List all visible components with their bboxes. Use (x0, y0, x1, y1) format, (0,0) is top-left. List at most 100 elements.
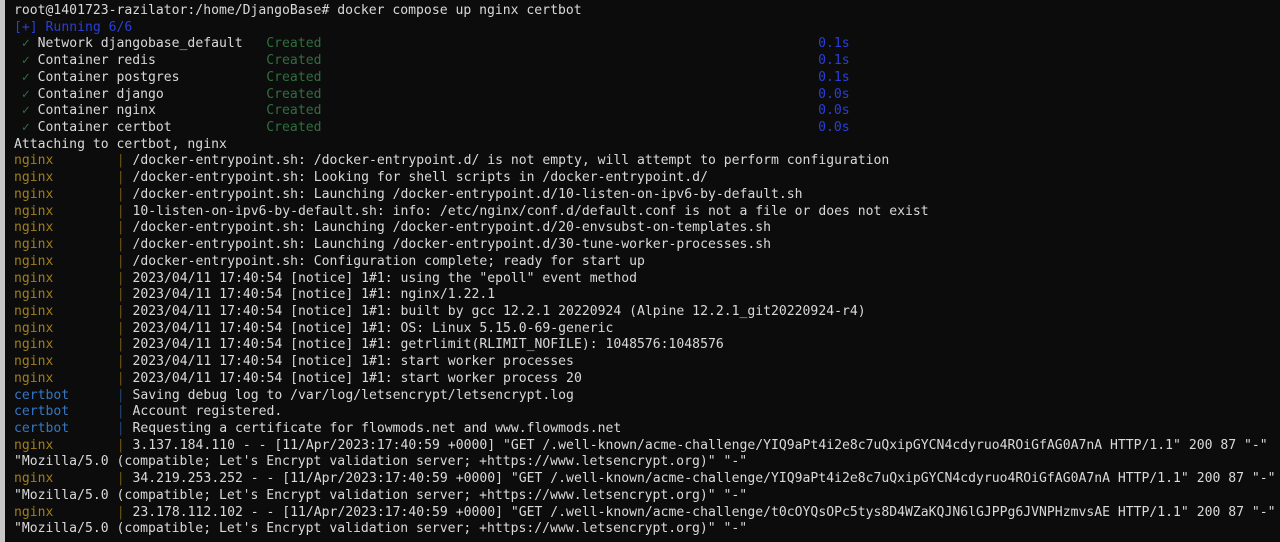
log-service-prefix: nginx (14, 270, 54, 286)
log-pipe-separator: | (116, 420, 133, 436)
log-pipe-separator: | (116, 471, 133, 487)
log-pipe-separator: | (116, 303, 133, 319)
compose-step-state: Created (266, 120, 819, 136)
log-line: certbot | Saving debug log to /var/log/le… (5, 388, 1280, 405)
log-service-prefix: nginx (14, 220, 54, 236)
log-message: 3.137.184.110 - - [11/Apr/2023:17:40:59 … (14, 437, 1276, 470)
log-line: nginx | 10-listen-on-ipv6-by-default.sh: … (5, 204, 1280, 221)
compose-status-progress: 6/6 (108, 19, 133, 35)
log-line: certbot | Account registered. (5, 404, 1280, 421)
log-line: nginx | /docker-entrypoint.sh: Launching … (5, 237, 1280, 254)
terminal-screen[interactable]: root@1401723-razilator:/home/DjangoBase#… (5, 0, 1280, 542)
checkmark-icon: ✓ (14, 120, 38, 136)
log-service-prefix: certbot (14, 420, 70, 436)
log-pipe-separator: | (116, 270, 133, 286)
log-output: nginx | /docker-entrypoint.sh: /docker-en… (5, 153, 1280, 538)
log-message: 2023/04/11 17:40:54 [notice] 1#1: nginx/… (132, 287, 496, 303)
compose-step-name: Container nginx (37, 103, 267, 119)
log-message: 34.219.253.252 - - [11/Apr/2023:17:40:59… (14, 471, 1276, 503)
log-line: nginx | 2023/04/11 17:40:54 [notice] 1#1:… (5, 271, 1280, 288)
log-service-prefix: nginx (14, 354, 54, 370)
terminal-window: root@1401723-razilator:/home/DjangoBase#… (0, 0, 1280, 542)
log-service-prefix: nginx (14, 170, 54, 186)
log-line: nginx | 23.178.112.102 - - [11/Apr/2023:1… (5, 505, 1280, 538)
log-line: nginx | /docker-entrypoint.sh: Launching … (5, 220, 1280, 237)
log-line: nginx | 2023/04/11 17:40:54 [notice] 1#1:… (5, 321, 1280, 338)
attaching-line: Attaching to certbot, nginx (14, 136, 227, 152)
checkmark-icon: ✓ (14, 53, 38, 69)
log-message: /docker-entrypoint.sh: Launching /docker… (132, 186, 803, 202)
checkmark-icon: ✓ (14, 103, 38, 119)
log-pipe-separator: | (116, 370, 133, 386)
log-pipe-separator: | (116, 387, 133, 403)
compose-step-name: Network djangobase_default (37, 36, 267, 52)
log-service-prefix: nginx (14, 253, 54, 269)
log-pipe-separator: | (116, 354, 133, 370)
prompt-line: root@1401723-razilator:/home/DjangoBase#… (5, 3, 1280, 20)
log-pipe-separator: | (116, 320, 133, 336)
log-service-prefix: nginx (14, 303, 54, 319)
log-service-prefix: nginx (14, 203, 54, 219)
log-service-prefix: nginx (14, 320, 54, 336)
log-line: nginx | 3.137.184.110 - - [11/Apr/2023:17… (5, 438, 1280, 471)
log-line: nginx | 34.219.253.252 - - [11/Apr/2023:1… (5, 471, 1280, 504)
log-message: 2023/04/11 17:40:54 [notice] 1#1: using … (132, 270, 638, 286)
log-line: nginx | 2023/04/11 17:40:54 [notice] 1#1:… (5, 354, 1280, 371)
log-pipe-separator: | (116, 170, 133, 186)
log-pipe-separator: | (116, 186, 133, 202)
log-service-prefix: nginx (14, 471, 54, 487)
log-message: 10-listen-on-ipv6-by-default.sh: info: /… (132, 203, 929, 219)
log-message: 2023/04/11 17:40:54 [notice] 1#1: start … (132, 370, 582, 386)
log-service-prefix: nginx (14, 504, 54, 520)
prompt-user-host-path: root@1401723-razilator:/home/DjangoBase# (14, 3, 330, 18)
log-line: nginx | /docker-entrypoint.sh: /docker-en… (5, 153, 1280, 170)
log-service-prefix: nginx (14, 370, 54, 386)
log-service-prefix: nginx (14, 287, 54, 303)
log-pipe-separator: | (116, 504, 133, 520)
compose-step-time: 0.1s (818, 36, 850, 52)
compose-status-label: Running (45, 19, 101, 35)
log-pipe-separator: | (116, 337, 133, 353)
log-pipe-separator: | (116, 220, 133, 236)
compose-step-state: Created (266, 103, 819, 119)
log-message: /docker-entrypoint.sh: Configuration com… (132, 253, 645, 269)
log-line: nginx | /docker-entrypoint.sh: Configurat… (5, 254, 1280, 271)
log-service-prefix: nginx (14, 153, 54, 169)
compose-step-name: Container certbot (37, 120, 267, 136)
compose-step-row: ✓ Network djangobase_default Created 0.1… (5, 36, 1280, 53)
compose-step-time: 0.0s (818, 120, 850, 136)
compose-step-row: ✓ Container django Created 0.0s (5, 87, 1280, 104)
compose-step-state: Created (266, 69, 819, 85)
log-message: /docker-entrypoint.sh: Looking for shell… (132, 170, 708, 186)
log-line: nginx | 2023/04/11 17:40:54 [notice] 1#1:… (5, 371, 1280, 388)
log-pipe-separator: | (116, 404, 133, 420)
log-message: Account registered. (132, 404, 283, 420)
compose-step-state: Created (266, 53, 819, 69)
compose-step-row: ✓ Container redis Created 0.1s (5, 53, 1280, 70)
log-line: nginx | /docker-entrypoint.sh: Launching … (5, 187, 1280, 204)
log-message: 2023/04/11 17:40:54 [notice] 1#1: built … (132, 303, 866, 319)
compose-steps-list: ✓ Network djangobase_default Created 0.1… (5, 36, 1280, 136)
log-message: 2023/04/11 17:40:54 [notice] 1#1: getrli… (132, 337, 724, 353)
log-service-prefix: nginx (14, 237, 54, 253)
compose-step-time: 0.1s (818, 69, 850, 85)
log-message: 23.178.112.102 - - [11/Apr/2023:17:40:59… (14, 504, 1276, 537)
log-line: nginx | 2023/04/11 17:40:54 [notice] 1#1:… (5, 304, 1280, 321)
compose-step-name: Container django (37, 86, 267, 102)
checkmark-icon: ✓ (14, 86, 38, 102)
log-service-prefix: certbot (14, 387, 70, 403)
log-service-prefix: nginx (14, 437, 54, 453)
log-pipe-separator: | (116, 153, 133, 169)
log-message: 2023/04/11 17:40:54 [notice] 1#1: OS: Li… (132, 320, 614, 336)
compose-step-time: 0.1s (818, 53, 850, 69)
log-message: 2023/04/11 17:40:54 [notice] 1#1: start … (132, 354, 574, 370)
compose-step-row: ✓ Container certbot Created 0.0s (5, 120, 1280, 137)
compose-step-time: 0.0s (818, 86, 850, 102)
compose-step-state: Created (266, 86, 819, 102)
compose-step-name: Container postgres (37, 69, 267, 85)
compose-step-row: ✓ Container postgres Created 0.1s (5, 70, 1280, 87)
log-service-prefix: nginx (14, 186, 54, 202)
log-line: nginx | 2023/04/11 17:40:54 [notice] 1#1:… (5, 287, 1280, 304)
log-line: certbot | Requesting a certificate for fl… (5, 421, 1280, 438)
log-message: /docker-entrypoint.sh: Launching /docker… (132, 220, 772, 236)
